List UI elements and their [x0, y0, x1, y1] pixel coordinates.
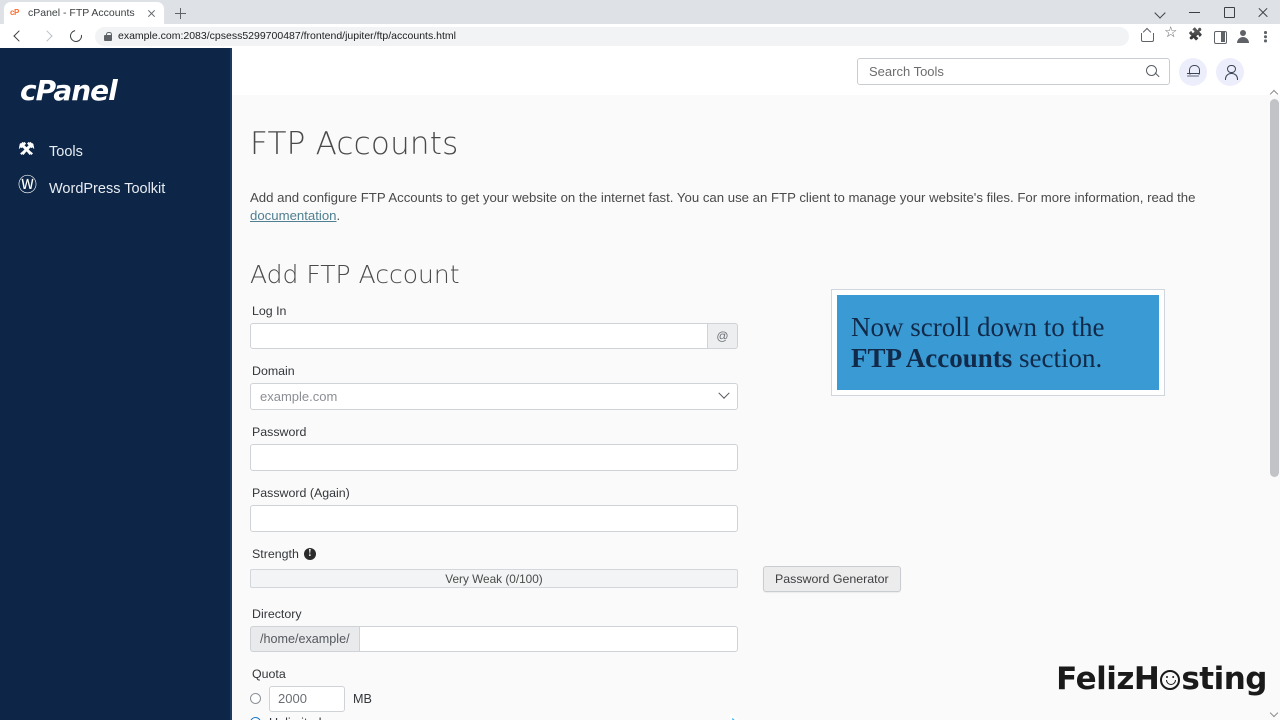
- lock-icon: [104, 31, 113, 41]
- cpanel-logo: cPanel: [20, 74, 118, 107]
- search-icon[interactable]: [1146, 64, 1160, 79]
- section-title: Add FTP Account: [250, 259, 460, 289]
- callout-bold-text: FTP Accounts: [851, 342, 1013, 373]
- quota-amount-radio[interactable]: [250, 693, 261, 705]
- at-symbol-addon[interactable]: @: [708, 322, 738, 349]
- directory-row: /home/example/: [250, 625, 738, 652]
- documentation-link[interactable]: documentation: [250, 208, 337, 223]
- app-header: [232, 48, 1280, 95]
- sidebar-item-tools[interactable]: Tools: [0, 137, 230, 167]
- directory-label: Directory: [252, 606, 302, 621]
- maximize-icon[interactable]: [1212, 0, 1246, 24]
- callout-line-2: FTP Accounts section.: [851, 343, 1159, 373]
- password-label: Password: [252, 424, 307, 439]
- extensions-puzzle-icon[interactable]: [1184, 24, 1206, 48]
- main-content: FTP Accounts Add and configure FTP Accou…: [232, 95, 1268, 720]
- browser-tab[interactable]: cPanel - FTP Accounts: [4, 2, 164, 24]
- callout-line-1: Now scroll down to the: [851, 312, 1105, 343]
- smiley-face-icon: [1160, 670, 1181, 690]
- password-again-label: Password (Again): [252, 485, 350, 500]
- quota-unit-label: MB: [353, 691, 372, 706]
- cpanel-favicon-icon: [10, 7, 22, 19]
- description-period: .: [336, 208, 341, 224]
- scroll-up-arrow-icon[interactable]: [1270, 89, 1278, 97]
- domain-select-value: example.com: [260, 388, 338, 404]
- password-strength-bar: Very Weak (0/100): [250, 569, 738, 589]
- watermark-logo: FelizH sting: [1056, 661, 1267, 697]
- watermark-after: sting: [1181, 661, 1267, 697]
- login-input[interactable]: [250, 322, 708, 349]
- directory-prefix: /home/example/: [250, 625, 359, 652]
- window-controls: [1144, 0, 1280, 24]
- back-arrow-icon[interactable]: [6, 24, 32, 48]
- reload-icon[interactable]: [62, 24, 88, 48]
- password-input[interactable]: [250, 443, 738, 471]
- domain-select[interactable]: example.com: [250, 382, 738, 410]
- info-icon[interactable]: !: [303, 547, 316, 560]
- login-row: @: [250, 322, 738, 349]
- instruction-callout: Now scroll down to the FTP Accounts sect…: [832, 290, 1164, 395]
- strength-label-text: Strength: [252, 546, 299, 561]
- user-icon[interactable]: [1216, 57, 1244, 86]
- bell-icon[interactable]: [1179, 57, 1207, 86]
- page-description: Add and configure FTP Accounts to get yo…: [250, 189, 1268, 226]
- browser-toolbar: example.com:2083/cpsess5299700487/fronte…: [0, 23, 1280, 48]
- watermark-before: FelizH: [1056, 661, 1160, 697]
- forward-arrow-icon[interactable]: [34, 24, 60, 48]
- bookmark-star-icon[interactable]: [1160, 23, 1182, 48]
- browser-menu-icon[interactable]: [1256, 24, 1274, 48]
- quota-amount-input[interactable]: [269, 685, 345, 712]
- window-close-icon[interactable]: [1246, 0, 1280, 24]
- search-tools-container[interactable]: [857, 58, 1170, 85]
- sidebar: cPanel Tools WordPress Toolkit: [0, 48, 232, 720]
- url-text: example.com:2083/cpsess5299700487/fronte…: [118, 30, 456, 42]
- tools-icon: [18, 139, 38, 162]
- page-title: FTP Accounts: [250, 126, 459, 162]
- chevron-down-icon[interactable]: [1144, 0, 1178, 24]
- tab-title: cPanel - FTP Accounts: [28, 7, 135, 19]
- browser-chrome: cPanel - FTP Accounts example.com:2083/c…: [0, 0, 1280, 48]
- sidebar-item-label: WordPress Toolkit: [49, 181, 166, 197]
- new-tab-button[interactable]: [171, 4, 189, 22]
- password-generator-button[interactable]: Password Generator: [763, 565, 901, 592]
- side-panel-icon[interactable]: [1208, 24, 1230, 48]
- minimize-icon[interactable]: [1178, 0, 1212, 24]
- scrollbar-thumb[interactable]: [1270, 99, 1279, 477]
- callout-rest-text: section.: [1012, 342, 1103, 373]
- directory-input[interactable]: [358, 625, 738, 652]
- tab-strip: cPanel - FTP Accounts: [0, 0, 1280, 24]
- password-again-input[interactable]: [250, 504, 738, 532]
- scroll-down-arrow-icon[interactable]: [1270, 710, 1278, 718]
- sidebar-item-label: Tools: [49, 144, 83, 160]
- search-input[interactable]: [867, 63, 1146, 80]
- strength-label: Strength !: [252, 547, 1268, 561]
- close-icon[interactable]: [145, 7, 158, 20]
- description-text: Add and configure FTP Accounts to get yo…: [250, 190, 1196, 205]
- sidebar-item-wordpress-toolkit[interactable]: WordPress Toolkit: [0, 174, 230, 204]
- wordpress-icon: [18, 176, 38, 199]
- share-icon[interactable]: [1136, 24, 1158, 48]
- page-viewport: cPanel Tools WordPress Toolkit FTP Accou…: [0, 48, 1280, 720]
- profile-avatar-icon[interactable]: [1232, 24, 1254, 48]
- chevron-down-icon: [718, 387, 730, 400]
- address-bar[interactable]: example.com:2083/cpsess5299700487/fronte…: [95, 26, 1129, 46]
- page-scrollbar[interactable]: [1268, 95, 1280, 720]
- quota-unlimited-label: Unlimited: [269, 716, 322, 720]
- strength-row: Very Weak (0/100) Password Generator: [250, 565, 1268, 592]
- quota-unlimited-row: Unlimited: [250, 716, 1268, 720]
